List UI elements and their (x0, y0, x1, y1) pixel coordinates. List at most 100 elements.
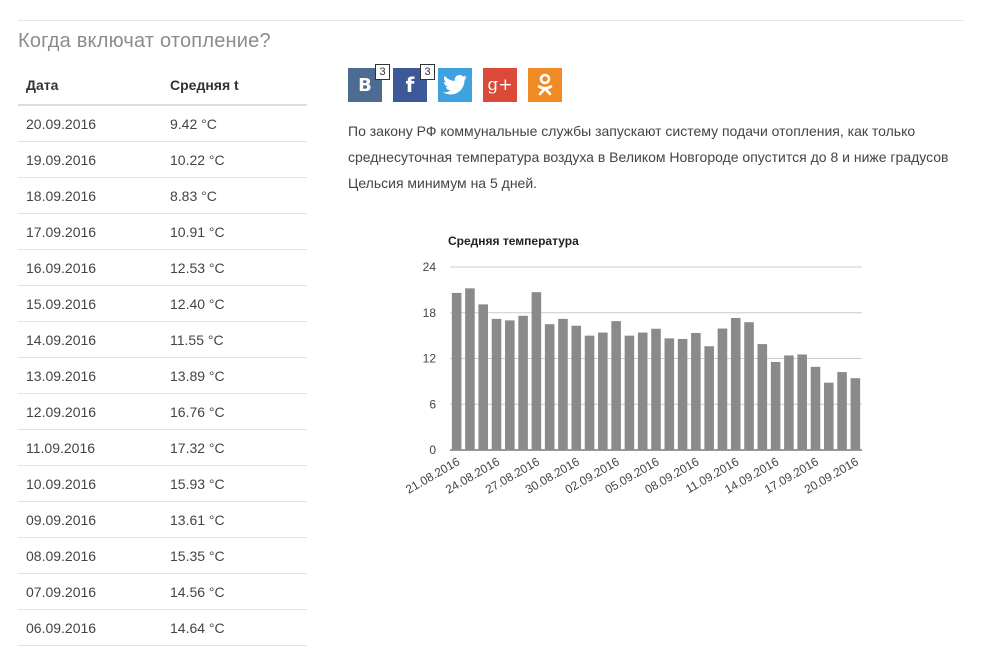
cell-date: 16.09.2016 (18, 249, 162, 286)
bar-10.09.2016 (717, 328, 728, 450)
cell-temperature: 9.42 °C (162, 105, 307, 142)
bar-27.08.2016 (531, 292, 542, 450)
chart-x-axis: 21.08.201624.08.201627.08.201630.08.2016… (403, 454, 861, 496)
bar-13.09.2016 (757, 344, 768, 450)
table-row: 10.09.2016 15.93 °C (18, 465, 307, 502)
table-row: 16.09.2016 12.53 °C (18, 249, 307, 286)
bar-06.09.2016 (664, 338, 675, 450)
cell-date: 08.09.2016 (18, 537, 162, 574)
table-row: 20.09.2016 9.42 °C (18, 105, 307, 142)
table-row: 13.09.2016 13.89 °C (18, 357, 307, 394)
cell-temperature: 14.64 °C (162, 609, 307, 646)
odnoklassniki-icon (536, 73, 554, 97)
table-row: 11.09.2016 17.32 °C (18, 429, 307, 466)
share-googleplus-button[interactable]: g+ (483, 68, 517, 102)
cell-date: 13.09.2016 (18, 357, 162, 394)
share-twitter-button[interactable] (438, 68, 472, 102)
bar-08.09.2016 (691, 332, 701, 450)
bar-28.08.2016 (544, 324, 555, 450)
cell-date: 20.09.2016 (18, 105, 162, 142)
table-row: 14.09.2016 11.55 °C (18, 321, 307, 358)
y-tick-label: 0 (429, 443, 436, 457)
cell-temperature: 16.76 °C (162, 393, 307, 430)
cell-date: 06.09.2016 (18, 609, 162, 646)
cell-temperature: 13.61 °C (162, 501, 307, 538)
bar-31.08.2016 (584, 335, 595, 451)
bar-14.09.2016 (770, 361, 781, 450)
table-row: 18.09.2016 8.83 °C (18, 177, 307, 214)
share-odnoklassniki-button[interactable] (528, 68, 562, 102)
temperature-chart: Средняя температура 0 6 12 18 24 21.08.2016 2… (378, 222, 878, 522)
y-tick-label: 12 (423, 352, 437, 366)
table-row: 15.09.2016 12.40 °C (18, 285, 307, 322)
cell-date: 14.09.2016 (18, 321, 162, 358)
bar-07.09.2016 (677, 338, 688, 450)
column-header-date: Дата (18, 66, 162, 106)
bar-11.09.2016 (730, 317, 741, 450)
table-row: 09.09.2016 13.61 °C (18, 501, 307, 538)
share-count-badge: 3 (420, 64, 435, 80)
bar-24.08.2016 (491, 318, 502, 450)
bar-18.09.2016 (823, 382, 834, 450)
table-header-row: Дата Средняя t (18, 66, 307, 106)
share-vk-button[interactable]: В3 (348, 64, 390, 102)
bar-30.08.2016 (571, 325, 582, 450)
y-tick-label: 24 (423, 260, 437, 274)
bar-29.08.2016 (558, 318, 568, 450)
cell-date: 11.09.2016 (18, 429, 162, 466)
table-body: 20.09.2016 9.42 °C 19.09.2016 10.22 °C 18.09… (18, 105, 307, 646)
cell-date: 07.09.2016 (18, 573, 162, 610)
heating-info-text: По закону РФ коммунальные службы запуска… (348, 123, 949, 191)
y-tick-label: 18 (423, 306, 437, 320)
table-row: 17.09.2016 10.91 °C (18, 213, 307, 250)
cell-temperature: 17.32 °C (162, 429, 307, 466)
top-divider (18, 20, 964, 21)
column-header-temperature: Средняя t (162, 66, 307, 106)
bar-19.09.2016 (837, 372, 847, 450)
bar-17.09.2016 (810, 366, 821, 450)
bar-23.08.2016 (478, 304, 489, 450)
cell-temperature: 15.35 °C (162, 537, 307, 574)
bar-09.09.2016 (704, 346, 714, 450)
bar-01.09.2016 (598, 332, 608, 450)
bar-25.08.2016 (505, 320, 515, 451)
cell-date: 10.09.2016 (18, 465, 162, 502)
share-count-badge: 3 (375, 64, 390, 80)
facebook-icon: f (405, 73, 415, 97)
bar-20.09.2016 (850, 378, 861, 450)
table-row: 07.09.2016 14.56 °C (18, 573, 307, 610)
cell-temperature: 10.91 °C (162, 213, 307, 250)
cell-date: 12.09.2016 (18, 393, 162, 430)
bar-15.09.2016 (784, 355, 794, 450)
cell-temperature: 10.22 °C (162, 141, 307, 178)
table-row: 08.09.2016 15.35 °C (18, 537, 307, 574)
bar-12.09.2016 (744, 322, 754, 450)
y-tick-label: 6 (429, 397, 436, 411)
twitter-icon (443, 75, 467, 95)
share-facebook-button[interactable]: f3 (393, 64, 435, 102)
cell-date: 09.09.2016 (18, 501, 162, 538)
cell-temperature: 12.40 °C (162, 285, 307, 322)
cell-temperature: 12.53 °C (162, 249, 307, 286)
google-plus-icon: g+ (487, 75, 513, 95)
cell-temperature: 8.83 °C (162, 177, 307, 214)
bar-05.09.2016 (651, 328, 661, 450)
bar-04.09.2016 (637, 332, 648, 450)
cell-date: 18.09.2016 (18, 177, 162, 214)
cell-temperature: 15.93 °C (162, 465, 307, 502)
vk-icon: В (358, 74, 372, 96)
bar-02.09.2016 (611, 321, 621, 450)
chart-y-axis: 0 6 12 18 24 (423, 260, 437, 457)
table-row: 12.09.2016 16.76 °C (18, 393, 307, 430)
cell-date: 15.09.2016 (18, 285, 162, 322)
bar-03.09.2016 (624, 335, 635, 451)
cell-date: 17.09.2016 (18, 213, 162, 250)
table-row: 06.09.2016 14.64 °C (18, 609, 307, 646)
page-title: Когда включат отопление? (18, 30, 271, 52)
bar-16.09.2016 (797, 354, 807, 450)
chart-canvas: Средняя температура 0 6 12 18 24 21.08.20162… (403, 234, 862, 497)
bar-22.08.2016 (465, 288, 475, 450)
bar-21.08.2016 (451, 292, 462, 450)
cell-temperature: 11.55 °C (162, 321, 307, 358)
cell-temperature: 13.89 °C (162, 357, 307, 394)
